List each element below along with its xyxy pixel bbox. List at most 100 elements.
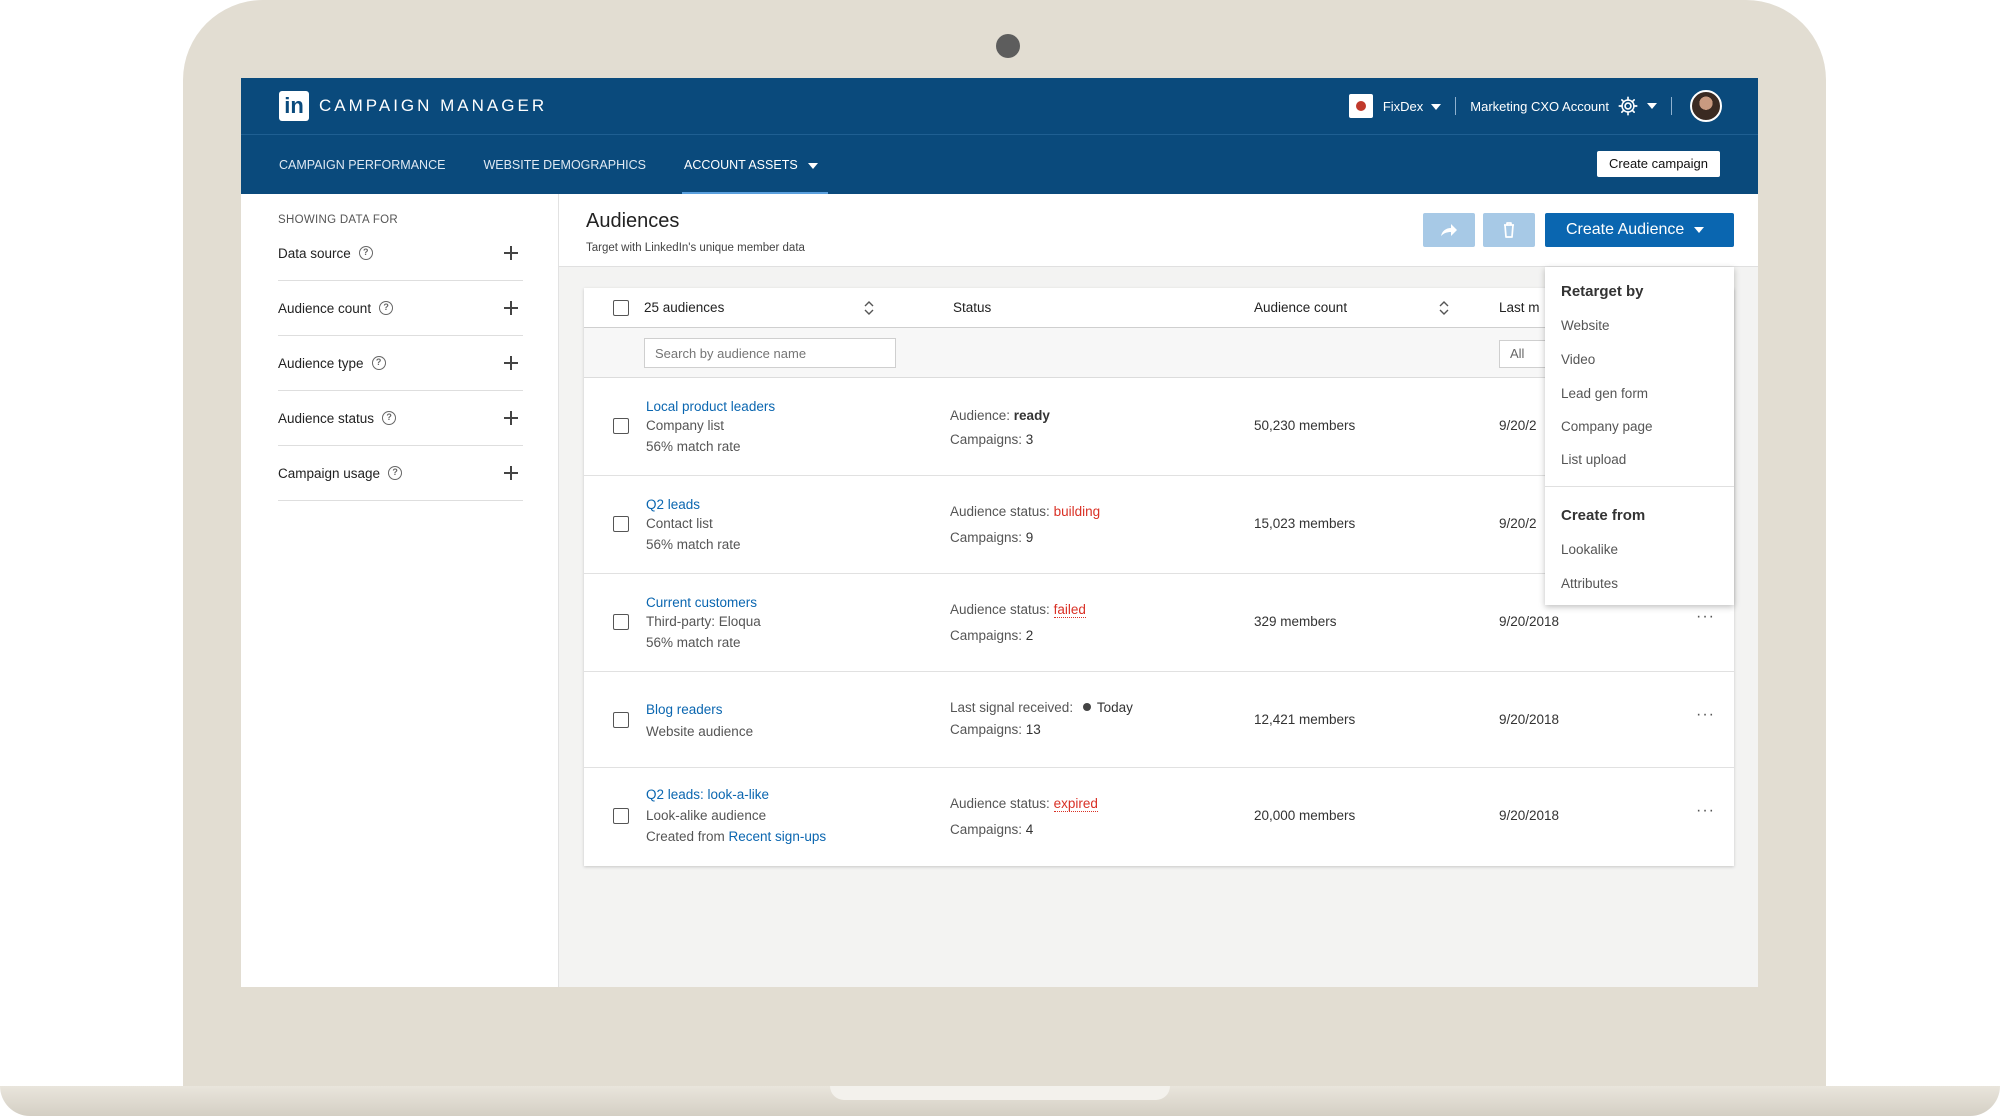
audience-type: Contact list [646,516,713,531]
header-audience-count: Audience count [1254,300,1348,315]
sort-icon[interactable] [1439,301,1449,315]
status-line: Audience status: building [950,504,1100,519]
table-row[interactable]: Blog readers Website audience Last signa… [584,672,1734,768]
campaigns-value: 3 [1025,432,1034,447]
help-icon[interactable]: ? [379,301,394,315]
filter-label: Audience count [278,300,372,316]
menu-item-lead-gen-form[interactable]: Lead gen form [1561,386,1648,401]
create-audience-button[interactable]: Create Audience [1545,213,1734,247]
created-from: Created from Recent sign-ups [646,829,826,844]
menu-item-company-page[interactable]: Company page [1561,419,1653,434]
plus-icon[interactable] [501,408,521,428]
match-rate: 56% match rate [646,537,741,552]
menu-item-video[interactable]: Video [1561,352,1595,367]
last-modified: 9/20/2 [1499,516,1537,531]
status-label: Audience: [950,408,1014,423]
status-line: Audience status: failed [950,602,1086,618]
filter-data-source[interactable]: Data source ? [278,226,523,281]
menu-item-website[interactable]: Website [1561,318,1610,333]
filter-audience-type[interactable]: Audience type ? [278,336,523,391]
more-icon[interactable]: ··· [1696,802,1715,820]
status-label: Audience status: [950,504,1054,519]
status-badge: ready [1013,408,1050,423]
date-filter-select[interactable]: All [1499,340,1549,368]
filter-campaign-usage[interactable]: Campaign usage ? [278,446,523,501]
share-icon [1441,224,1457,236]
help-icon[interactable]: ? [388,466,403,480]
campaigns-label: Campaigns: [950,722,1026,737]
avatar[interactable] [1690,90,1722,122]
filter-audience-status[interactable]: Audience status ? [278,391,523,446]
row-checkbox[interactable] [613,418,629,434]
plus-icon[interactable] [501,243,521,263]
share-button[interactable] [1423,213,1475,247]
row-checkbox[interactable] [613,516,629,532]
help-icon[interactable]: ? [371,356,386,370]
chevron-down-icon[interactable] [1647,103,1657,109]
last-modified: 9/20/2018 [1499,808,1560,823]
row-checkbox[interactable] [613,712,629,728]
menu-group-retarget: Retarget by [1561,283,1644,300]
chevron-down-icon [807,162,818,169]
filter-label: Data source [278,245,351,261]
menu-item-lookalike[interactable]: Lookalike [1561,542,1618,557]
campaigns-label: Campaigns: [950,628,1026,643]
filter-label: Audience type [278,355,364,371]
tab-website-demographics[interactable]: WEBSITE DEMOGRAPHICS [483,135,646,195]
status-line: Audience: ready [950,408,1050,423]
row-checkbox[interactable] [613,614,629,630]
tab-campaign-performance[interactable]: CAMPAIGN PERFORMANCE [279,135,445,195]
status-badge[interactable]: failed [1053,602,1086,618]
tab-account-assets[interactable]: ACCOUNT ASSETS [681,135,828,195]
help-icon[interactable]: ? [382,411,397,425]
select-all-checkbox[interactable] [613,300,629,316]
nav-bar: CAMPAIGN PERFORMANCE WEBSITE DEMOGRAPHIC… [241,134,1758,195]
help-icon[interactable]: ? [358,246,373,260]
menu-item-list-upload[interactable]: List upload [1561,452,1626,467]
account-selector[interactable]: FixDex [1382,98,1442,114]
page-subtitle: Target with LinkedIn's unique member dat… [586,242,805,254]
audience-name-link[interactable]: Q2 leads [646,497,700,512]
trash-icon [1504,222,1514,238]
gear-icon[interactable] [1617,95,1639,117]
more-icon[interactable]: ··· [1696,706,1715,724]
plus-icon[interactable] [501,298,521,318]
more-icon[interactable]: ··· [1696,608,1715,626]
plus-icon[interactable] [501,353,521,373]
plus-icon[interactable] [501,463,521,483]
tab-label: ACCOUNT ASSETS [683,158,798,172]
account-area: FixDex Marketing CXO Account [1348,90,1722,122]
camera-icon [996,34,1020,58]
brand-name: CAMPAIGN MANAGER [319,96,548,115]
audience-count: 329 members [1254,614,1337,629]
menu-item-attributes[interactable]: Attributes [1561,576,1618,591]
audience-name-link[interactable]: Local product leaders [646,399,775,414]
row-checkbox[interactable] [613,808,629,824]
divider [1671,97,1672,115]
search-input[interactable] [644,338,896,368]
match-rate: 56% match rate [646,439,741,454]
audience-type: Look-alike audience [646,808,767,823]
campaigns-label: Campaigns: [950,822,1026,837]
create-campaign-button[interactable]: Create campaign [1597,151,1720,177]
header-last-modified: Last m [1499,300,1540,315]
audience-name-link[interactable]: Q2 leads: look-a-like [646,787,769,802]
account-name: FixDex [1382,98,1424,114]
sort-icon[interactable] [864,301,874,315]
audience-name-link[interactable]: Blog readers [646,702,723,717]
header-audiences: 25 audiences [644,300,725,315]
campaigns-line: Campaigns: 2 [950,628,1033,643]
brand[interactable]: in CAMPAIGN MANAGER [279,91,547,121]
filter-audience-count[interactable]: Audience count ? [278,281,523,336]
delete-button[interactable] [1483,213,1535,247]
status-badge[interactable]: expired [1053,796,1098,812]
table-row[interactable]: Q2 leads: look-a-like Look-alike audienc… [584,768,1734,866]
audience-name-link[interactable]: Current customers [646,595,757,610]
audience-count: 15,023 members [1254,516,1356,531]
source-audience-link[interactable]: Recent sign-ups [729,829,827,844]
laptop-notch [830,1086,1170,1100]
last-modified: 9/20/2 [1499,418,1537,433]
created-from-label: Created from [646,829,729,844]
status-badge: building [1053,504,1101,519]
nav-tabs: CAMPAIGN PERFORMANCE WEBSITE DEMOGRAPHIC… [279,135,856,195]
